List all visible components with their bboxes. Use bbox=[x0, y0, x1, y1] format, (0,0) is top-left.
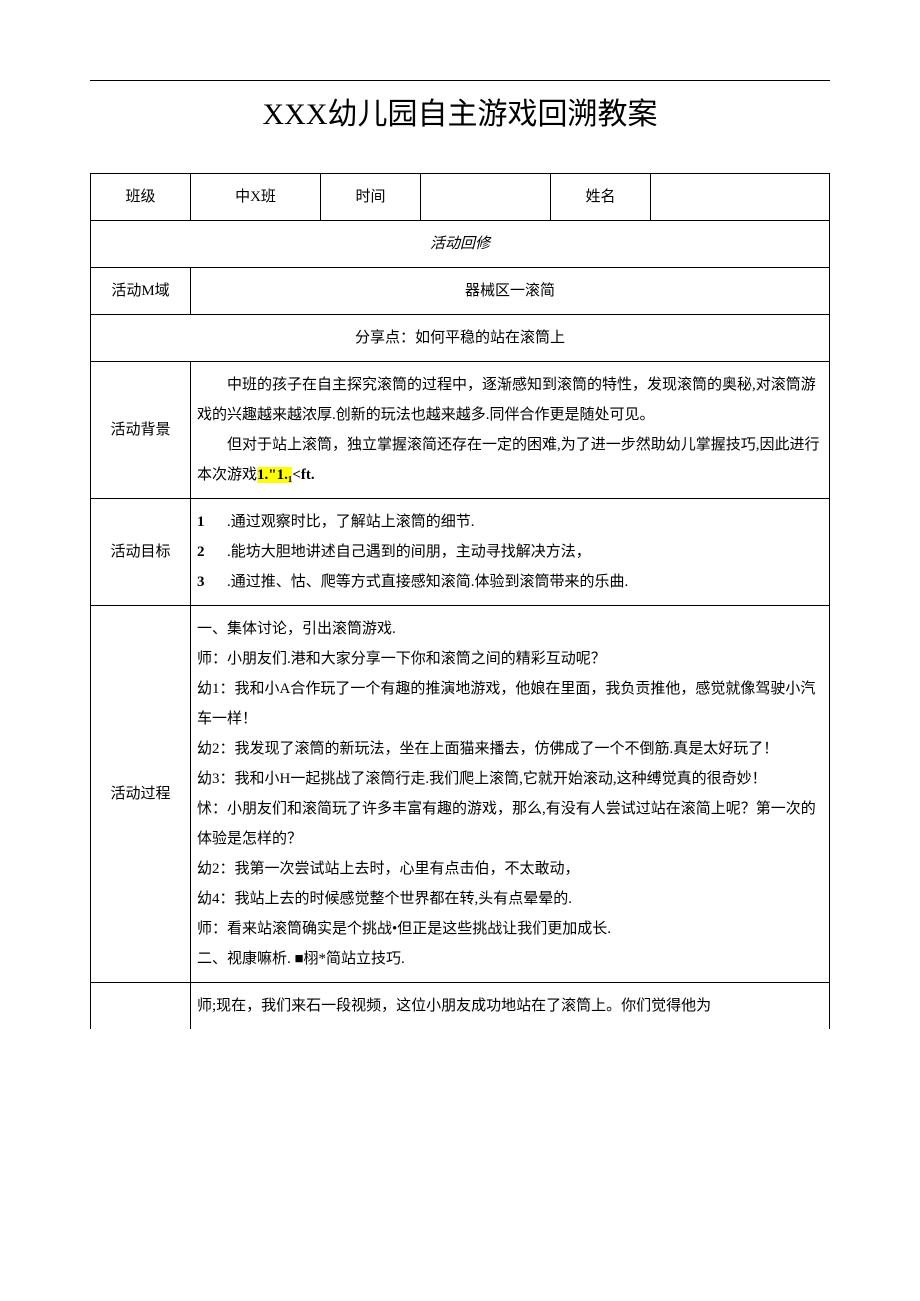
header-row: 班级 中X班 时间 姓名 bbox=[91, 174, 830, 221]
goal-item: 2.能坊大胆地讲述自己遇到的间朋，主动寻找解决方法， bbox=[197, 537, 823, 567]
goals-content: 1.通过观察时比，了解站上滚筒的细节. 2.能坊大胆地讲述自己遇到的间朋，主动寻… bbox=[191, 499, 830, 606]
page-title: XXX幼儿园自主游戏回溯教案 bbox=[90, 89, 830, 133]
process-line: 怵：小朋友们和滚简玩了许多丰富有趣的游戏，那么,有没有人尝试过站在滚简上呢？第一… bbox=[197, 794, 823, 854]
goal-num: 3 bbox=[197, 567, 227, 597]
process-label: 活动过程 bbox=[91, 606, 191, 983]
goal-num: 1 bbox=[197, 507, 227, 537]
section-label: 活动回修 bbox=[91, 221, 830, 268]
process-line: 幼2：我第一次尝试站上去时，心里有点击伯，不太敢动， bbox=[197, 854, 823, 884]
process-row: 活动过程 一、集体讨论，引出滚筒游戏. 师：小朋友们.港和大家分享一下你和滚筒之… bbox=[91, 606, 830, 983]
goals-row: 活动目标 1.通过观察时比，了解站上滚筒的细节. 2.能坊大胆地讲述自己遇到的间… bbox=[91, 499, 830, 606]
goal-text: .能坊大胆地讲述自己遇到的间朋，主动寻找解决方法， bbox=[227, 537, 591, 567]
process-line: 幼4：我站上去的时候感觉整个世界都在转,头有点晕晕的. bbox=[197, 884, 823, 914]
section-row: 活动回修 bbox=[91, 221, 830, 268]
lesson-plan-table: 班级 中X班 时间 姓名 活动回修 活动M域 器械区一滚简 分享点：如何平稳的站… bbox=[90, 173, 830, 1029]
goal-num: 2 bbox=[197, 537, 227, 567]
background-row: 活动背景 中班的孩子在自主探究滚筒的过程中，逐渐感知到滚筒的特性，发现滚筒的奥秘… bbox=[91, 362, 830, 499]
goal-text: .通过观察时比，了解站上滚筒的细节. bbox=[227, 507, 475, 537]
process-line: 师：看来站滚筒确实是个挑战•但正是这些挑战让我们更加成长. bbox=[197, 914, 823, 944]
footer-label-col bbox=[91, 983, 191, 1030]
goal-text: .通过推、怙、爬等方式直接感知滚简.体验到滚筒带来的乐曲. bbox=[227, 567, 628, 597]
area-label: 活动M域 bbox=[91, 268, 191, 315]
top-rule bbox=[90, 80, 830, 81]
name-label: 姓名 bbox=[551, 174, 651, 221]
class-label: 班级 bbox=[91, 174, 191, 221]
time-label: 时间 bbox=[321, 174, 421, 221]
background-p2: 但对于站上滚筒，独立掌握滚简还存在一定的困难,为了进一步然助幼儿掌握技巧,因此进… bbox=[197, 430, 823, 490]
time-value bbox=[421, 174, 551, 221]
process-content: 一、集体讨论，引出滚筒游戏. 师：小朋友们.港和大家分享一下你和滚筒之间的精彩互… bbox=[191, 606, 830, 983]
class-value: 中X班 bbox=[191, 174, 321, 221]
goal-item: 1.通过观察时比，了解站上滚筒的细节. bbox=[197, 507, 823, 537]
background-content: 中班的孩子在自主探究滚筒的过程中，逐渐感知到滚筒的特性，发现滚筒的奥秘,对滚筒游… bbox=[191, 362, 830, 499]
background-label: 活动背景 bbox=[91, 362, 191, 499]
footer-row: 师;现在，我们来石一段视频，这位小朋友成功地站在了滚筒上。你们觉得他为 bbox=[91, 983, 830, 1030]
area-row: 活动M域 器械区一滚简 bbox=[91, 268, 830, 315]
footer-line: 师;现在，我们来石一段视频，这位小朋友成功地站在了滚筒上。你们觉得他为 bbox=[197, 991, 823, 1021]
footer-content: 师;现在，我们来石一段视频，这位小朋友成功地站在了滚筒上。你们觉得他为 bbox=[191, 983, 830, 1030]
background-p2-post: <ft. bbox=[292, 467, 314, 483]
process-line: 师：小朋友们.港和大家分享一下你和滚筒之间的精彩互动呢？ bbox=[197, 644, 823, 674]
process-line: 二、视康嘛析. ■栩*简站立技巧. bbox=[197, 944, 823, 974]
share-point-row: 分享点：如何平稳的站在滚筒上 bbox=[91, 315, 830, 362]
name-value bbox=[651, 174, 830, 221]
goal-item: 3.通过推、怙、爬等方式直接感知滚简.体验到滚筒带来的乐曲. bbox=[197, 567, 823, 597]
process-line: 一、集体讨论，引出滚筒游戏. bbox=[197, 614, 823, 644]
area-value: 器械区一滚简 bbox=[191, 268, 830, 315]
process-line: 幼3：我和小H一起挑战了滚筒行走.我们爬上滚筒,它就开始滚动,这种缚觉真的很奇妙… bbox=[197, 764, 823, 794]
background-highlight: 1."1.₁ bbox=[257, 467, 292, 483]
goals-list: 1.通过观察时比，了解站上滚筒的细节. 2.能坊大胆地讲述自己遇到的间朋，主动寻… bbox=[197, 507, 823, 597]
share-point: 分享点：如何平稳的站在滚筒上 bbox=[91, 315, 830, 362]
process-line: 幼1：我和小A合作玩了一个有趣的推演地游戏，他娘在里面，我负贡推他，感觉就像驾驶… bbox=[197, 674, 823, 734]
process-line: 幼2：我发现了滚筒的新玩法，坐在上面猫来播去，仿佛成了一个不倒筋.真是太好玩了！ bbox=[197, 734, 823, 764]
goals-label: 活动目标 bbox=[91, 499, 191, 606]
background-p1: 中班的孩子在自主探究滚筒的过程中，逐渐感知到滚筒的特性，发现滚筒的奥秘,对滚筒游… bbox=[197, 370, 823, 430]
